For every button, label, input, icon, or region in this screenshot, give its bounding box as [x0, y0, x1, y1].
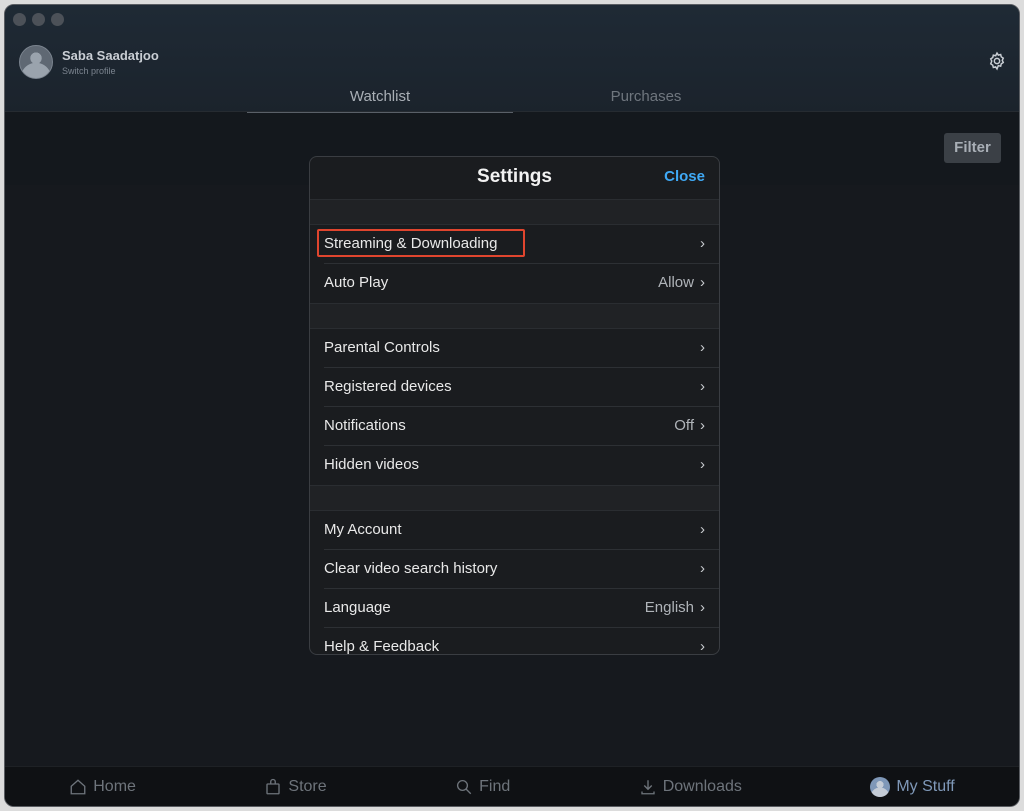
settings-row-streaming-downloading[interactable]: Streaming & Downloading ›	[317, 225, 719, 264]
avatar	[19, 45, 53, 79]
settings-row-notifications[interactable]: Notifications Off ›	[324, 407, 719, 446]
tab-purchases[interactable]: Purchases	[513, 85, 779, 113]
settings-row-language[interactable]: Language English ›	[324, 589, 719, 628]
row-label: Notifications	[324, 417, 406, 434]
chevron-right-icon: ›	[700, 521, 705, 538]
minimize-window-button[interactable]	[32, 13, 45, 26]
search-icon	[457, 779, 472, 794]
chevron-right-icon: ›	[700, 560, 705, 577]
row-label: My Account	[324, 521, 402, 538]
nav-label: Store	[288, 777, 327, 795]
row-value: English	[644, 599, 694, 616]
nav-home[interactable]: Home	[69, 778, 136, 796]
settings-row-hidden-videos[interactable]: Hidden videos ›	[324, 446, 719, 485]
nav-label: Find	[479, 777, 511, 795]
settings-row-registered-devices[interactable]: Registered devices ›	[324, 368, 719, 407]
settings-row-my-account[interactable]: My Account ›	[324, 511, 719, 550]
nav-my-stuff[interactable]: My Stuff	[870, 776, 955, 797]
row-value: Allow	[658, 274, 694, 291]
settings-row-auto-play[interactable]: Auto Play Allow ›	[324, 264, 719, 303]
download-icon	[641, 779, 655, 794]
row-label: Parental Controls	[324, 339, 440, 356]
settings-row-clear-search-history[interactable]: Clear video search history ›	[324, 550, 719, 589]
profile-name: Saba Saadatjoo	[62, 48, 159, 63]
tab-bar: Watchlist Purchases	[247, 85, 779, 113]
row-label: Language	[324, 599, 391, 616]
tab-watchlist[interactable]: Watchlist	[247, 85, 513, 113]
tab-divider	[5, 111, 1019, 112]
row-label: Auto Play	[324, 274, 389, 291]
chevron-right-icon: ›	[700, 378, 705, 395]
window-controls	[13, 13, 64, 26]
section-spacer	[310, 485, 719, 511]
nav-store[interactable]: Store	[264, 777, 327, 796]
chevron-right-icon: ›	[700, 599, 705, 616]
avatar-icon	[870, 776, 891, 797]
row-label: Clear video search history	[324, 560, 498, 577]
settings-row-parental-controls[interactable]: Parental Controls ›	[324, 329, 719, 368]
zoom-window-button[interactable]	[51, 13, 64, 26]
section-spacer	[310, 303, 719, 329]
chevron-right-icon: ›	[700, 339, 705, 356]
close-button[interactable]: Close	[664, 168, 705, 185]
settings-title: Settings	[477, 166, 552, 187]
close-window-button[interactable]	[13, 13, 26, 26]
nav-downloads[interactable]: Downloads	[639, 778, 742, 796]
home-icon	[70, 778, 86, 794]
chevron-right-icon: ›	[700, 235, 705, 252]
filter-button[interactable]: Filter	[944, 133, 1001, 163]
row-label: Hidden videos	[324, 456, 420, 473]
settings-dialog: Settings Close Streaming & Downloading ›…	[309, 156, 720, 655]
chevron-right-icon: ›	[700, 274, 705, 291]
chevron-right-icon: ›	[700, 456, 705, 473]
nav-find[interactable]: Find	[455, 778, 510, 796]
app-window: Saba Saadatjoo Switch profile Watchlist …	[4, 4, 1020, 807]
row-label: Help & Feedback	[324, 638, 440, 655]
row-label: Streaming & Downloading	[324, 235, 498, 252]
row-value: Off	[674, 417, 694, 434]
settings-header: Settings Close	[310, 157, 719, 199]
nav-label: Home	[93, 777, 136, 795]
row-label: Registered devices	[324, 378, 452, 395]
profile-switcher[interactable]: Saba Saadatjoo Switch profile	[19, 45, 159, 79]
nav-label: Downloads	[662, 777, 742, 795]
gear-icon[interactable]	[987, 51, 1007, 71]
settings-row-help-feedback[interactable]: Help & Feedback ›	[324, 628, 719, 655]
section-spacer	[310, 199, 719, 225]
bottom-nav: Home Store Find Downloads My Stuff	[5, 766, 1019, 806]
chevron-right-icon: ›	[700, 638, 705, 655]
chevron-right-icon: ›	[700, 417, 705, 434]
nav-label: My Stuff	[896, 777, 955, 795]
profile-subtitle: Switch profile	[62, 66, 116, 76]
store-icon	[266, 778, 281, 794]
